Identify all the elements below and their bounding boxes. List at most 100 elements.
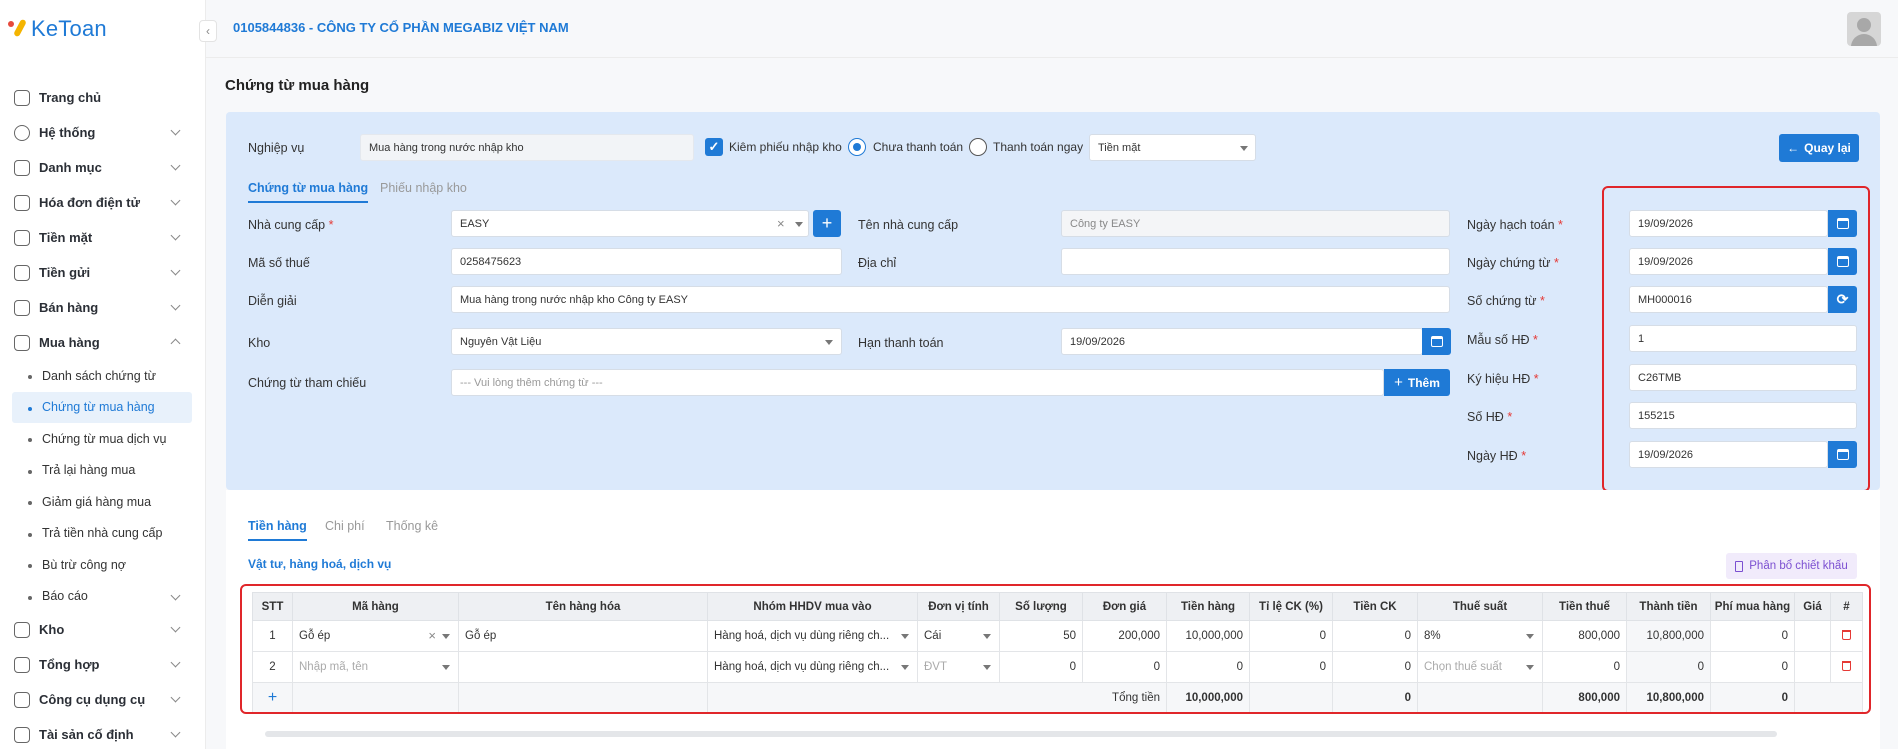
- sidebar-item-einvoice[interactable]: Hóa đơn điện tử: [0, 185, 206, 220]
- back-button[interactable]: ← Quay lại: [1779, 134, 1859, 162]
- due-date-value: 19/09/2026: [1070, 335, 1126, 348]
- chevron-down-icon: [170, 230, 181, 241]
- calendar-icon: [1430, 336, 1443, 347]
- due-date-field[interactable]: 19/09/2026: [1061, 328, 1423, 355]
- page-title: Chứng từ mua hàng: [225, 77, 370, 94]
- sidebar-subitem-label: Trả lại hàng mua: [42, 463, 136, 478]
- chevron-down-icon: [170, 300, 181, 311]
- sidebar-item-fixed-assets[interactable]: Tài sản cố định: [0, 717, 206, 749]
- description-value: Mua hàng trong nước nhập kho Công ty EAS…: [460, 293, 688, 306]
- operation-select[interactable]: Mua hàng trong nước nhập kho: [360, 134, 694, 161]
- receipt-checkbox[interactable]: ✓: [705, 138, 723, 156]
- sidebar-item-deposit[interactable]: Tiền gửi: [0, 255, 206, 290]
- cash-icon: [14, 229, 30, 246]
- address-field[interactable]: [1061, 248, 1450, 275]
- invoice-template-label: Mẫu số HĐ *: [1467, 333, 1538, 347]
- tax-code-field[interactable]: 0258475623: [451, 248, 842, 275]
- logo[interactable]: KeToan: [7, 14, 107, 44]
- description-label: Diễn giải: [248, 294, 297, 308]
- supplier-name-value: Công ty EASY: [1070, 217, 1141, 230]
- due-date-label: Hạn thanh toán: [858, 336, 944, 350]
- sidebar-item-label: Tiền gửi: [39, 265, 91, 280]
- sidebar-item-home[interactable]: Trang chủ: [0, 80, 206, 115]
- collapse-sidebar-button[interactable]: ‹: [199, 20, 217, 42]
- address-label: Địa chỉ: [858, 256, 897, 270]
- sidebar-subitem-label: Chứng từ mua dịch vụ: [42, 431, 167, 446]
- add-reference-button[interactable]: + Thêm: [1384, 369, 1450, 396]
- warehouse-select[interactable]: Nguyên Vật Liệu: [451, 328, 842, 355]
- sidebar-nav: Trang chủ Hệ thống Danh mục Hóa đơn điện…: [0, 80, 206, 749]
- sidebar-item-sales[interactable]: Bán hàng: [0, 290, 206, 325]
- sidebar-item-cash[interactable]: Tiền mặt: [0, 220, 206, 255]
- voucher-number-label: Số chứng từ *: [1467, 294, 1545, 308]
- arrow-left-icon: ←: [1787, 141, 1800, 155]
- company-name: 0105844836 - CÔNG TY CỔ PHẦN MEGABIZ VIỆ…: [233, 20, 569, 35]
- sidebar-item-label: Mua hàng: [39, 335, 100, 350]
- unpaid-radio-label: Chưa thanh toán: [873, 140, 964, 154]
- clear-icon[interactable]: ×: [777, 216, 785, 231]
- chevron-down-icon: [170, 727, 181, 738]
- sidebar-subitem-document-list[interactable]: Danh sách chứng từ: [0, 360, 206, 392]
- pay-now-radio[interactable]: [969, 138, 987, 156]
- tax-code-value: 0258475623: [460, 255, 522, 268]
- chevron-down-icon: [170, 125, 181, 136]
- chevron-down-icon: [170, 160, 181, 171]
- tab-statistics[interactable]: Thống kê: [386, 519, 438, 533]
- reference-label: Chứng từ tham chiếu: [248, 376, 367, 390]
- plus-icon: +: [1394, 374, 1403, 391]
- chart-icon: [14, 656, 30, 673]
- sidebar-item-tools[interactable]: Công cụ dụng cụ: [0, 682, 206, 717]
- tab-costs[interactable]: Chi phí: [325, 519, 365, 533]
- warehouse-icon: [14, 621, 30, 638]
- sidebar-subitem-debt-offset[interactable]: Bù trừ công nợ: [0, 549, 206, 581]
- pay-now-radio-label: Thanh toán ngay: [993, 140, 1084, 154]
- sidebar-subitem-service-voucher[interactable]: Chứng từ mua dịch vụ: [0, 423, 206, 455]
- sidebar-item-label: Bán hàng: [39, 300, 99, 315]
- chevron-down-icon: [170, 657, 181, 668]
- avatar[interactable]: [1847, 12, 1881, 46]
- sidebar-item-warehouse[interactable]: Kho: [0, 612, 206, 647]
- payment-method-value: Tiền mặt: [1098, 141, 1141, 154]
- sidebar-item-system[interactable]: Hệ thống: [0, 115, 206, 150]
- sidebar-item-label: Tổng hợp: [39, 657, 100, 672]
- tax-code-label: Mã số thuế: [248, 256, 310, 270]
- sidebar-subitem-label: Giảm giá hàng mua: [42, 494, 152, 509]
- chevron-down-icon: [170, 590, 181, 600]
- sidebar-subitem-report[interactable]: Báo cáo: [0, 581, 206, 613]
- sidebar-subitem-purchase-return[interactable]: Trả lại hàng mua: [0, 455, 206, 487]
- sidebar-subitem-purchase-voucher[interactable]: Chứng từ mua hàng: [12, 391, 192, 423]
- operation-label: Nghiệp vụ: [248, 141, 305, 155]
- supplier-label: Nhà cung cấp *: [248, 218, 334, 232]
- add-supplier-button[interactable]: +: [813, 210, 841, 237]
- invoice-date-label: Ngày HĐ *: [1467, 449, 1527, 463]
- warehouse-label: Kho: [248, 336, 271, 350]
- chevron-left-icon: ‹: [206, 24, 210, 38]
- payment-method-select[interactable]: Tiền mặt: [1089, 134, 1256, 161]
- topbar: 0105844836 - CÔNG TY CỔ PHẦN MEGABIZ VIỆ…: [206, 0, 1898, 58]
- sidebar-subitem-pay-supplier[interactable]: Trả tiền nhà cung cấp: [0, 518, 206, 550]
- sidebar-item-label: Hệ thống: [39, 125, 96, 140]
- chevron-down-icon: [170, 195, 181, 206]
- unpaid-radio[interactable]: [848, 138, 866, 156]
- description-field[interactable]: Mua hàng trong nước nhập kho Công ty EAS…: [451, 286, 1450, 313]
- horizontal-scrollbar[interactable]: [265, 731, 1777, 737]
- supplier-select[interactable]: EASY ×: [451, 210, 809, 237]
- sidebar-item-summary[interactable]: Tổng hợp: [0, 647, 206, 682]
- tab-goods[interactable]: Tiền hàng: [248, 519, 307, 541]
- sidebar-item-purchase[interactable]: Mua hàng: [0, 325, 206, 360]
- highlight-invoice-box: [1602, 186, 1870, 492]
- tab-purchase-voucher[interactable]: Chứng từ mua hàng: [248, 181, 369, 203]
- allocate-discount-button[interactable]: Phân bổ chiết khấu: [1726, 553, 1857, 579]
- sidebar-item-catalog[interactable]: Danh mục: [0, 150, 206, 185]
- calculator-icon: [1735, 560, 1744, 572]
- due-date-calendar-button[interactable]: [1422, 328, 1451, 355]
- sidebar-subitem-label: Báo cáo: [42, 589, 88, 604]
- sidebar-subitem-label: Chứng từ mua hàng: [42, 400, 155, 415]
- sidebar-subitem-purchase-discount[interactable]: Giảm giá hàng mua: [0, 486, 206, 518]
- caret-down-icon: [795, 222, 803, 227]
- highlight-table-box: [240, 584, 1871, 714]
- reference-field[interactable]: --- Vui lòng thêm chứng từ ---: [451, 369, 1384, 396]
- supplier-name-field: Công ty EASY: [1061, 210, 1450, 237]
- bank-card-icon: [14, 264, 30, 281]
- tab-receipt[interactable]: Phiếu nhập kho: [380, 181, 467, 195]
